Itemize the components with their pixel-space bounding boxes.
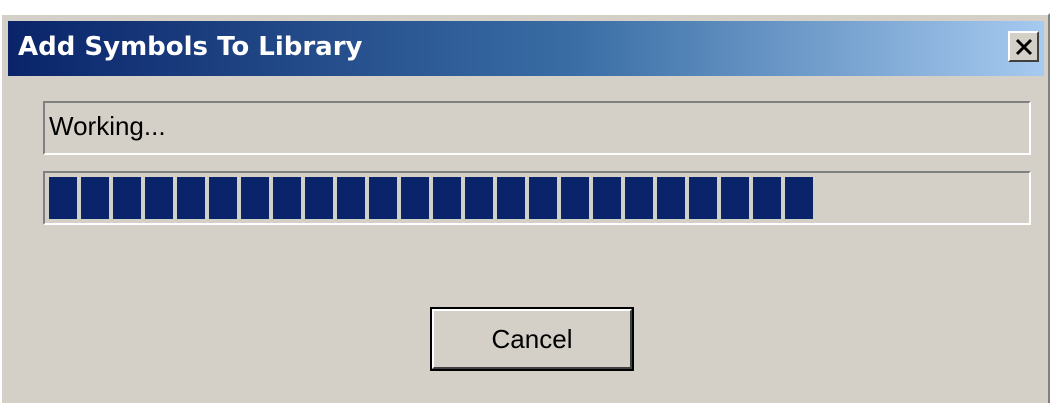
status-text: Working... (49, 111, 166, 141)
progress-bar (43, 171, 1031, 225)
cancel-button[interactable]: Cancel (430, 307, 634, 371)
window-title: Add Symbols To Library (18, 32, 363, 62)
cancel-button-label: Cancel (491, 323, 573, 354)
title-bar[interactable]: Add Symbols To Library (8, 21, 1044, 76)
close-x-icon (1014, 38, 1034, 56)
cancel-button-face: Cancel (432, 309, 632, 369)
status-box: Working... (43, 101, 1031, 155)
progress-bar-fill (49, 177, 813, 219)
close-button[interactable] (1008, 31, 1039, 62)
dialog-window: Add Symbols To Library Working... Cancel (0, 13, 1050, 403)
